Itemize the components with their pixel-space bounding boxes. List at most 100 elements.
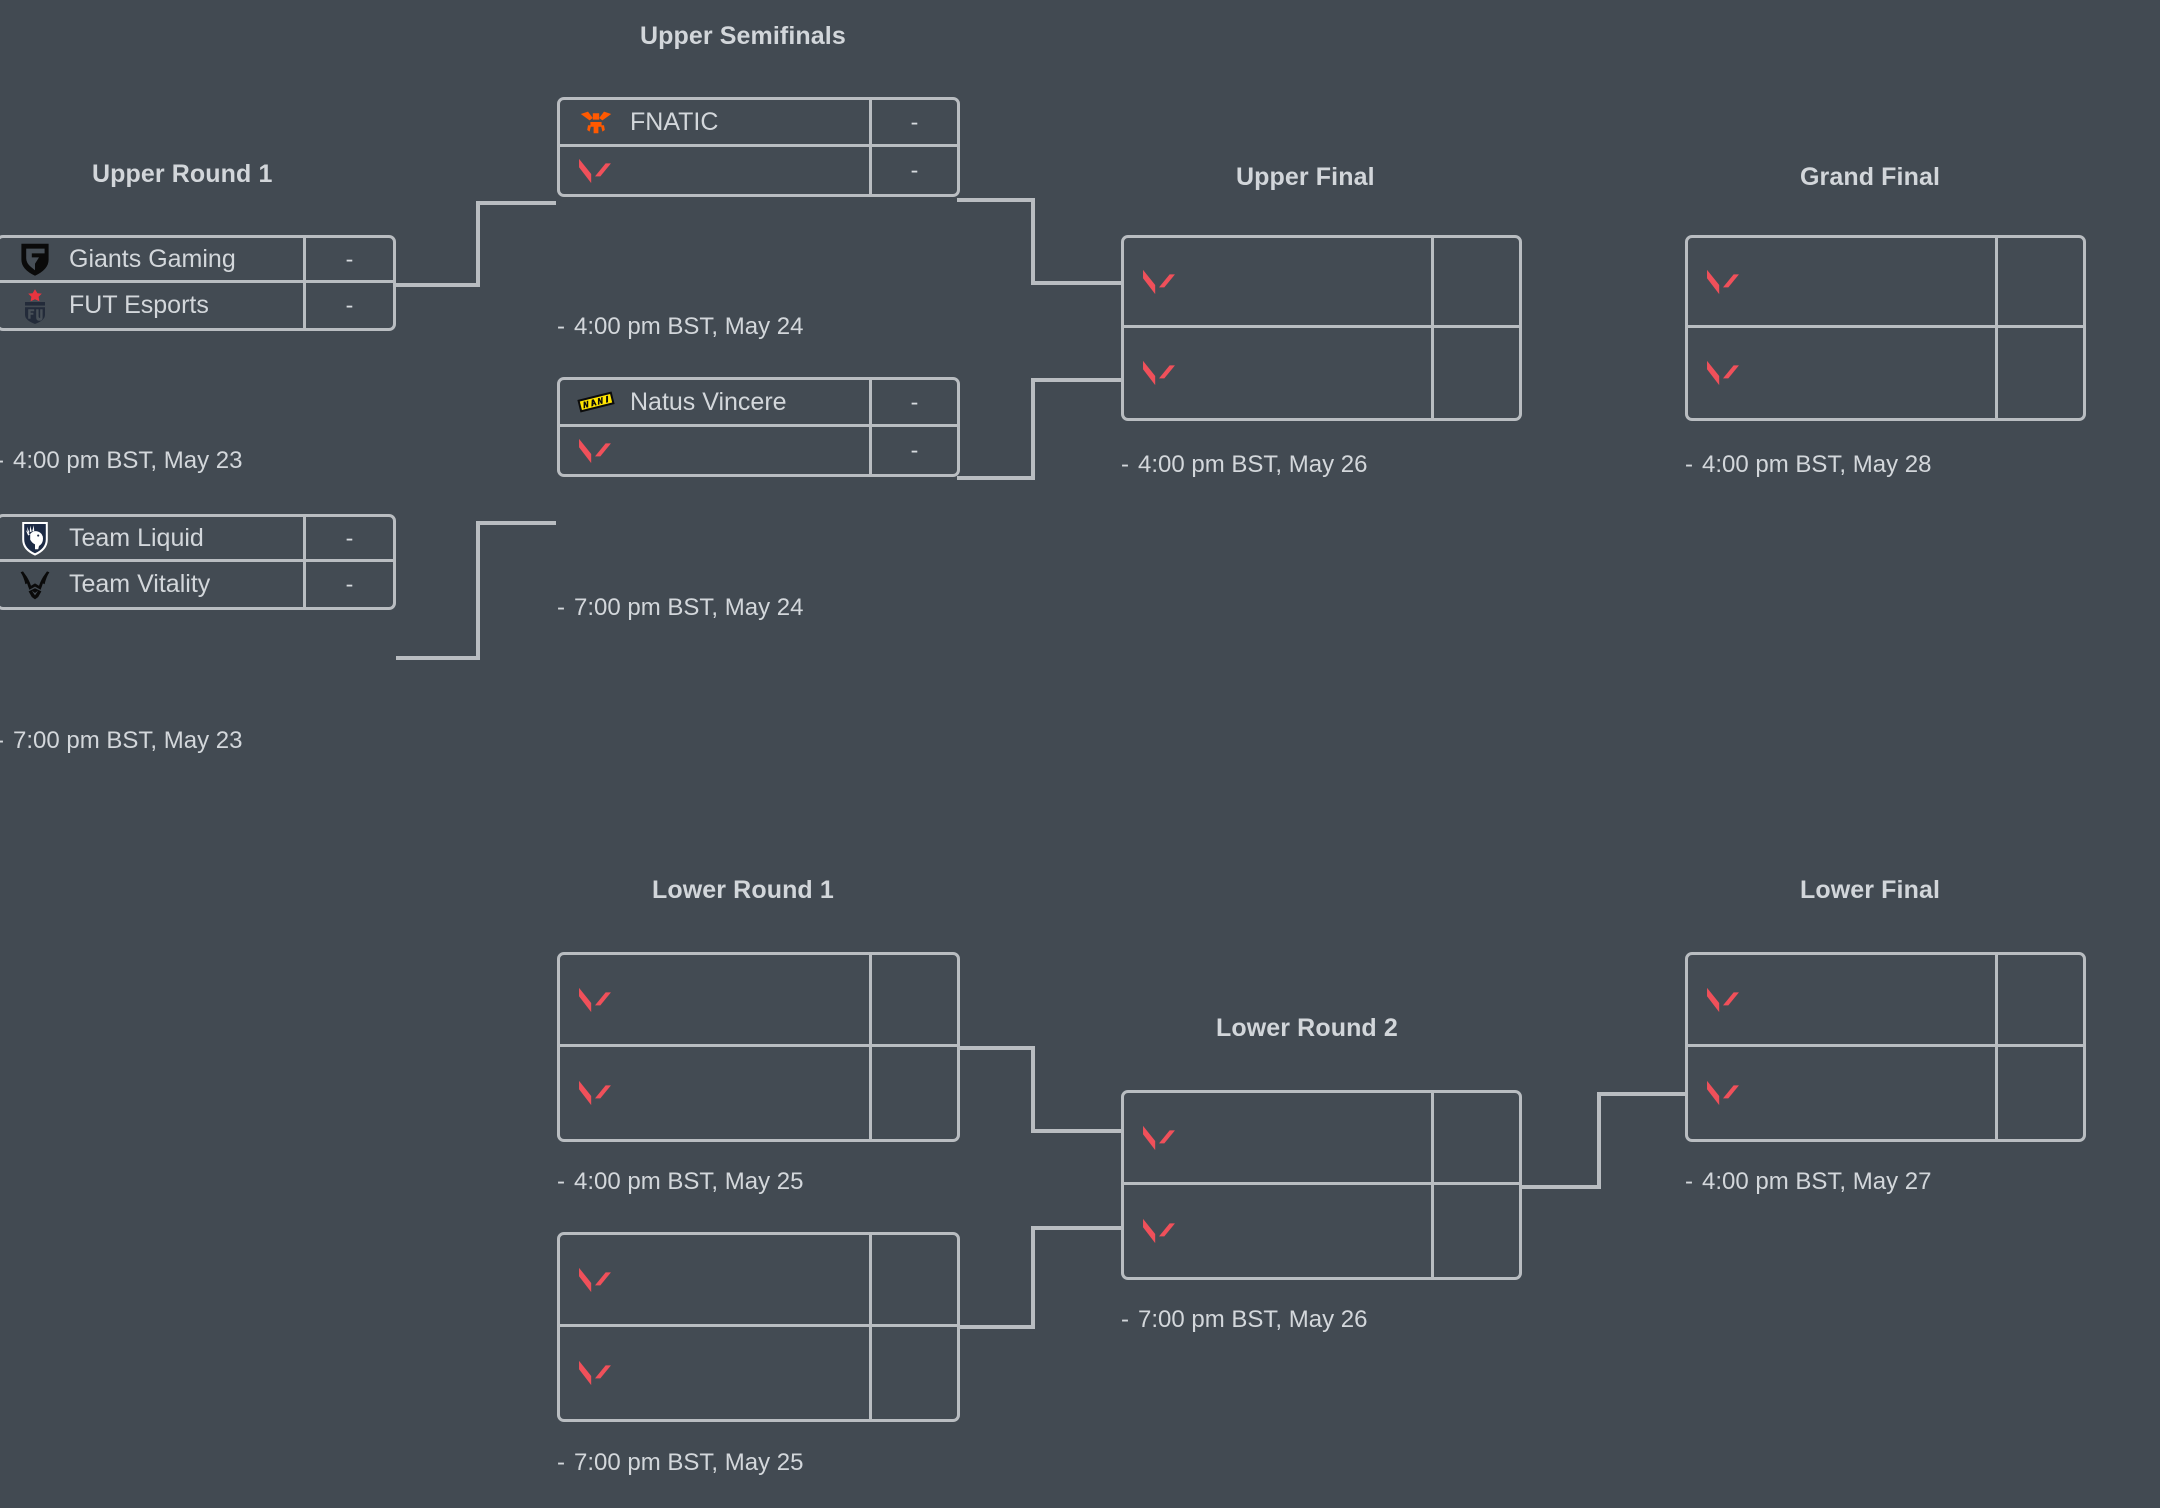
team-cell[interactable] bbox=[560, 427, 869, 474]
team-cell[interactable] bbox=[560, 1047, 869, 1139]
match-date-grand-final: -4:00 pm BST, May 28 bbox=[1685, 451, 1931, 479]
team-cell[interactable]: FNATIC bbox=[560, 100, 869, 144]
match-row[interactable] bbox=[1688, 1047, 2083, 1139]
match-card-lower-round-2[interactable] bbox=[1121, 1090, 1522, 1280]
team-cell[interactable] bbox=[1688, 238, 1995, 325]
team-cell[interactable] bbox=[1124, 328, 1431, 418]
tournament-bracket: Upper Round 1 Upper Semifinals Upper Fin… bbox=[0, 0, 2160, 1508]
team-cell[interactable] bbox=[560, 955, 869, 1044]
connector bbox=[1031, 1046, 1035, 1132]
connector bbox=[476, 201, 480, 287]
team-cell[interactable]: Team Liquid bbox=[0, 517, 303, 559]
match-row[interactable] bbox=[1688, 238, 2083, 328]
valorant-placeholder-logo bbox=[576, 152, 614, 190]
score-cell: - bbox=[303, 238, 393, 280]
match-row[interactable]: Giants Gaming - bbox=[0, 238, 393, 283]
match-card-lower-round-1-match-2[interactable] bbox=[557, 1232, 960, 1422]
match-row[interactable]: FNATIC - bbox=[560, 100, 957, 147]
date-text: 7:00 pm BST, May 24 bbox=[574, 594, 804, 621]
valorant-placeholder-logo bbox=[576, 432, 614, 470]
date-dash: - bbox=[1685, 451, 1693, 478]
date-text: 7:00 pm BST, May 23 bbox=[13, 727, 243, 754]
connector bbox=[957, 476, 1035, 480]
date-dash: - bbox=[557, 1449, 565, 1476]
match-card-grand-final[interactable] bbox=[1685, 235, 2086, 421]
match-row[interactable]: - bbox=[560, 427, 957, 474]
match-card-upper-round-1-match-1[interactable]: Giants Gaming - FUT Esports - bbox=[0, 235, 396, 331]
match-card-upper-round-1-match-2[interactable]: Team Liquid - Team Vitality - bbox=[0, 514, 396, 610]
valorant-placeholder-logo bbox=[1140, 263, 1178, 301]
valorant-placeholder-logo bbox=[1704, 354, 1742, 392]
team-cell[interactable] bbox=[1124, 1185, 1431, 1277]
date-text: 4:00 pm BST, May 24 bbox=[574, 313, 804, 340]
match-card-upper-final[interactable] bbox=[1121, 235, 1522, 421]
team-cell[interactable] bbox=[1688, 955, 1995, 1044]
date-text: 4:00 pm BST, May 26 bbox=[1138, 451, 1368, 478]
match-row[interactable]: - bbox=[560, 147, 957, 194]
match-row[interactable] bbox=[1124, 1093, 1519, 1185]
team-cell[interactable] bbox=[560, 147, 869, 194]
match-card-lower-round-1-match-1[interactable] bbox=[557, 952, 960, 1142]
team-cell[interactable] bbox=[1688, 328, 1995, 418]
match-row[interactable] bbox=[1124, 238, 1519, 328]
valorant-placeholder-logo bbox=[576, 981, 614, 1019]
match-card-upper-semifinals-match-2[interactable]: Natus Vincere - - bbox=[557, 377, 960, 477]
round-title-upper-semifinals: Upper Semifinals bbox=[640, 22, 846, 50]
date-text: 4:00 pm BST, May 28 bbox=[1702, 451, 1932, 478]
fnatic-logo bbox=[576, 102, 616, 142]
connector bbox=[957, 1325, 1035, 1329]
team-cell[interactable]: Natus Vincere bbox=[560, 380, 869, 424]
team-cell[interactable]: FUT Esports bbox=[0, 283, 303, 328]
team-cell[interactable] bbox=[1124, 238, 1431, 325]
match-row[interactable] bbox=[560, 1235, 957, 1327]
date-text: 4:00 pm BST, May 23 bbox=[13, 447, 243, 474]
team-cell[interactable]: Giants Gaming bbox=[0, 238, 303, 280]
match-row[interactable]: Natus Vincere - bbox=[560, 380, 957, 427]
team-vitality-logo bbox=[15, 565, 55, 605]
valorant-placeholder-logo bbox=[576, 1261, 614, 1299]
match-row[interactable] bbox=[1124, 328, 1519, 418]
date-dash: - bbox=[0, 447, 4, 474]
score-cell bbox=[869, 955, 957, 1044]
score-cell bbox=[1431, 328, 1519, 418]
connector bbox=[1031, 1226, 1121, 1230]
match-row[interactable] bbox=[1688, 955, 2083, 1047]
match-card-lower-final[interactable] bbox=[1685, 952, 2086, 1142]
team-cell[interactable] bbox=[560, 1235, 869, 1324]
date-dash: - bbox=[557, 313, 565, 340]
match-row[interactable]: Team Liquid - bbox=[0, 517, 393, 562]
team-cell[interactable] bbox=[1124, 1093, 1431, 1182]
connector bbox=[396, 656, 480, 660]
score-cell: - bbox=[869, 427, 957, 474]
score-cell: - bbox=[869, 100, 957, 144]
score-cell bbox=[869, 1235, 957, 1324]
round-title-lower-round-2: Lower Round 2 bbox=[1216, 1014, 1398, 1042]
score-cell bbox=[869, 1327, 957, 1419]
team-name: Giants Gaming bbox=[69, 244, 236, 273]
team-cell[interactable] bbox=[560, 1327, 869, 1419]
valorant-placeholder-logo bbox=[1140, 1119, 1178, 1157]
valorant-placeholder-logo bbox=[576, 1074, 614, 1112]
match-date-upper-semifinals-match-1: -4:00 pm BST, May 24 bbox=[557, 313, 803, 341]
match-date-upper-round-1-match-1: -4:00 pm BST, May 23 bbox=[0, 447, 242, 475]
score-cell: - bbox=[869, 380, 957, 424]
team-cell[interactable] bbox=[1688, 1047, 1995, 1139]
team-cell[interactable]: Team Vitality bbox=[0, 562, 303, 607]
match-row[interactable]: Team Vitality - bbox=[0, 562, 393, 607]
match-row[interactable] bbox=[560, 955, 957, 1047]
valorant-placeholder-logo bbox=[576, 1354, 614, 1392]
score-cell bbox=[869, 1047, 957, 1139]
score-cell bbox=[1431, 1185, 1519, 1277]
team-name: Natus Vincere bbox=[630, 387, 787, 416]
connector bbox=[476, 201, 556, 205]
match-row[interactable] bbox=[1688, 328, 2083, 418]
match-row[interactable] bbox=[560, 1327, 957, 1419]
match-row[interactable] bbox=[1124, 1185, 1519, 1277]
match-card-upper-semifinals-match-1[interactable]: FNATIC - - bbox=[557, 97, 960, 197]
date-dash: - bbox=[557, 594, 565, 621]
date-dash: - bbox=[0, 727, 4, 754]
score-cell bbox=[1995, 238, 2083, 325]
date-dash: - bbox=[1685, 1168, 1693, 1195]
match-row[interactable] bbox=[560, 1047, 957, 1139]
match-row[interactable]: FUT Esports - bbox=[0, 283, 393, 328]
